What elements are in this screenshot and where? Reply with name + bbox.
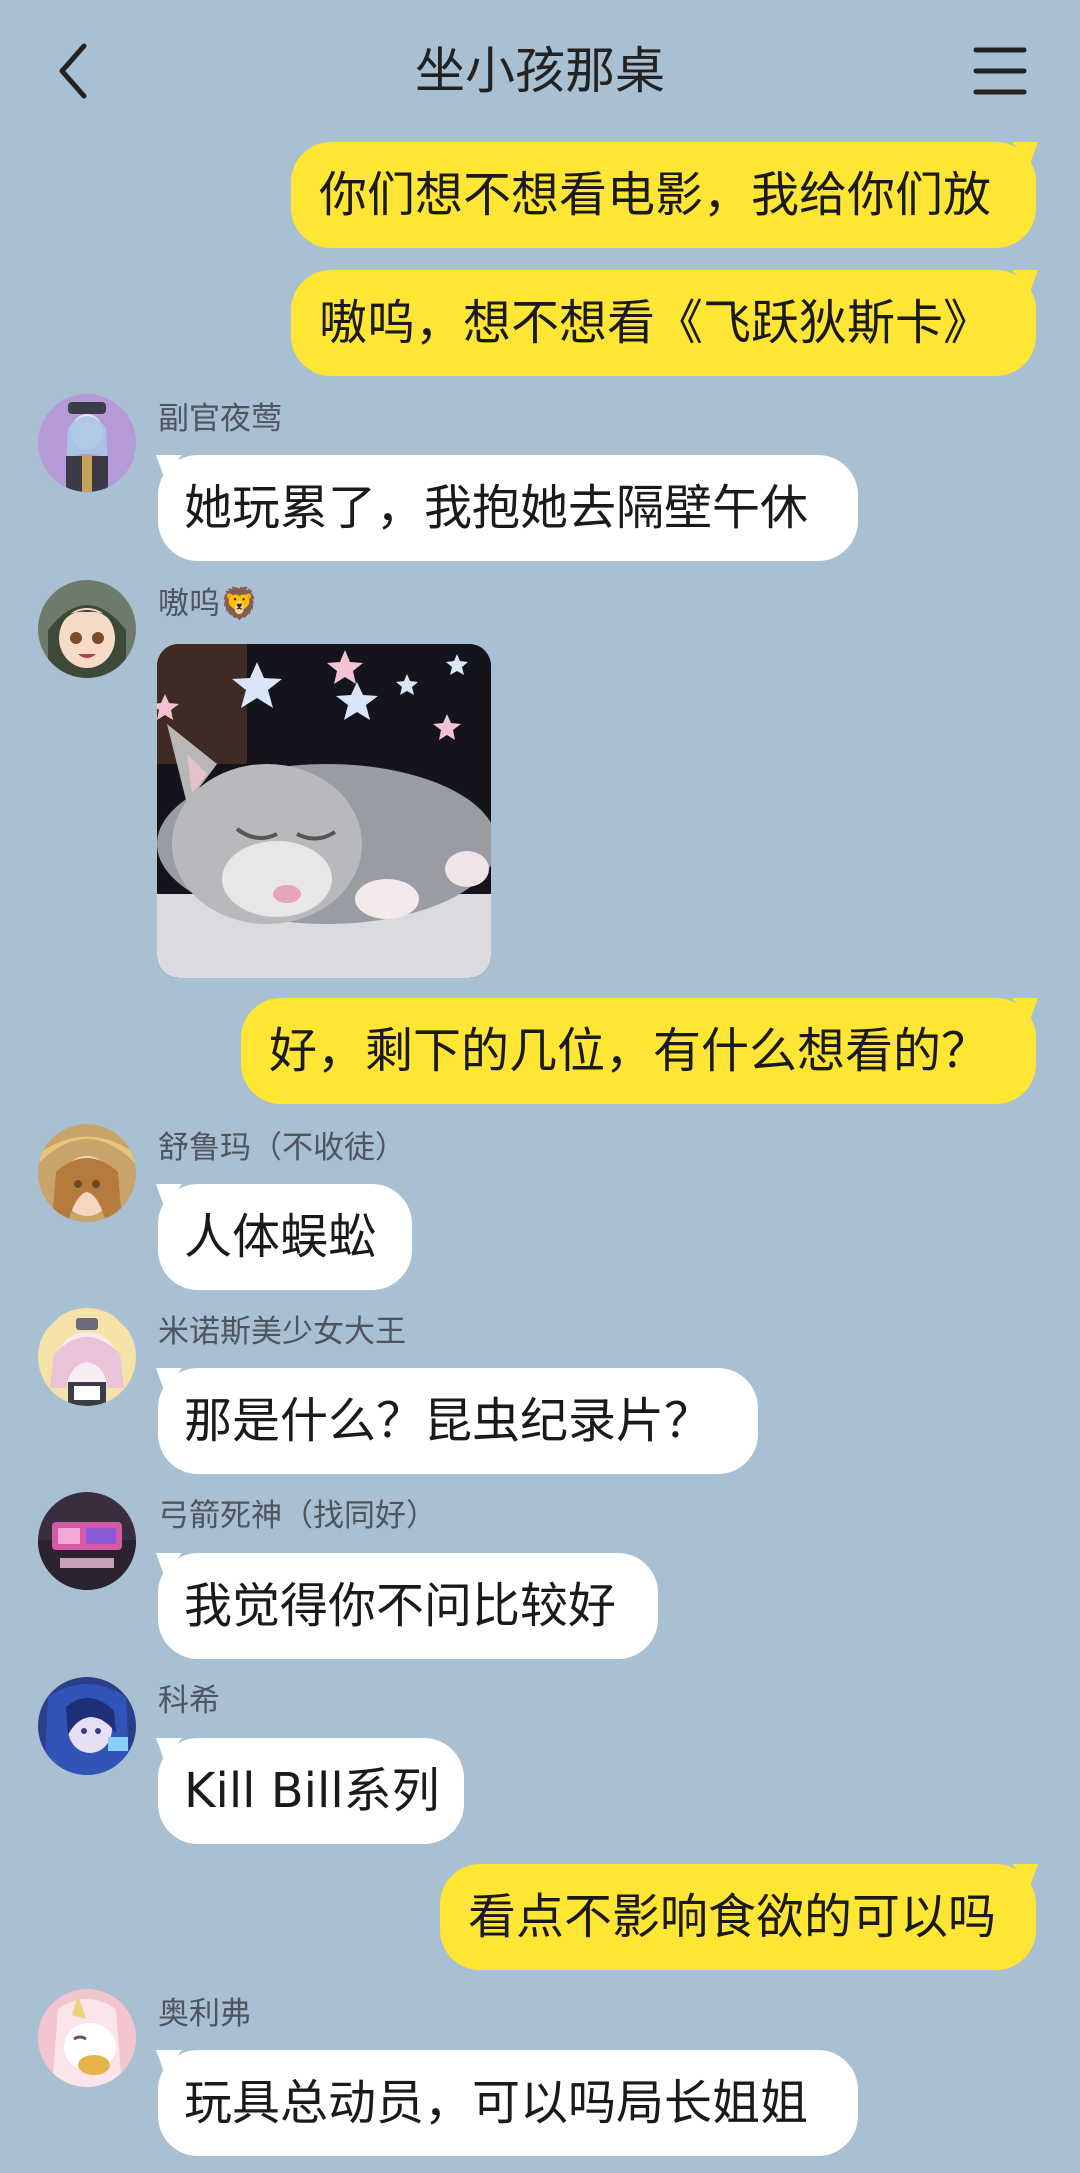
avatar[interactable]	[38, 1989, 136, 2087]
sender-name: 科希	[158, 1683, 220, 1719]
bubble-tail-icon	[1012, 998, 1038, 1020]
avatar[interactable]	[38, 1677, 136, 1775]
sender-name: 副官夜莺	[158, 401, 282, 437]
chat-header: 坐小孩那桌	[0, 0, 1080, 140]
menu-button[interactable]	[970, 44, 1030, 98]
avatar-image	[38, 1989, 136, 2087]
sleeping-kitten-photo[interactable]	[157, 644, 491, 978]
bubble-tail-icon	[156, 1368, 182, 1390]
bubble-tail-icon	[156, 1738, 182, 1760]
message-text: 我觉得你不问比较好	[184, 1578, 617, 1634]
message-text: 好，剩下的几位，有什么想看的？	[269, 1023, 990, 1079]
avatar-image	[38, 1308, 136, 1406]
kitten-image	[157, 644, 491, 978]
chat-title: 坐小孩那桌	[415, 42, 665, 100]
bubble-tail-icon	[1012, 1864, 1038, 1886]
avatar-image	[38, 1124, 136, 1222]
sender-name: 嗷呜🦁	[158, 586, 259, 622]
hamburger-menu-icon	[973, 47, 1027, 95]
chat-screen: 坐小孩那桌 你们想不想看电影，我给你们放 嗷呜，想不想看《飞跃狄斯卡》 副官夜莺	[0, 0, 1080, 2173]
other-message-bubble[interactable]: 她玩累了，我抱她去隔壁午休	[156, 455, 858, 561]
message-text: 那是什么？昆虫纪录片？	[184, 1393, 713, 1449]
avatar-image	[38, 580, 136, 678]
avatar[interactable]	[38, 394, 136, 492]
avatar[interactable]	[38, 580, 136, 678]
sender-name: 弓箭死神（找同好）	[158, 1498, 437, 1534]
bubble-tail-icon	[156, 2050, 182, 2072]
other-message-bubble[interactable]: Kill Bill系列	[156, 1738, 464, 1844]
sender-name: 米诺斯美少女大王	[158, 1314, 406, 1350]
message-text: 嗷呜，想不想看《飞跃狄斯卡》	[319, 295, 992, 351]
message-text: 看点不影响食欲的可以吗	[468, 1889, 997, 1945]
my-message-bubble[interactable]: 看点不影响食欲的可以吗	[440, 1864, 1038, 1970]
message-text: 你们想不想看电影，我给你们放	[319, 167, 992, 223]
avatar-image	[38, 1492, 136, 1590]
my-message-bubble[interactable]: 好，剩下的几位，有什么想看的？	[241, 998, 1038, 1104]
bubble-tail-icon	[1012, 270, 1038, 292]
other-message-bubble[interactable]: 我觉得你不问比较好	[156, 1553, 658, 1659]
avatar[interactable]	[38, 1492, 136, 1590]
message-text: 玩具总动员，可以吗局长姐姐	[184, 2075, 809, 2131]
bubble-tail-icon	[1012, 142, 1038, 164]
avatar-image	[38, 394, 136, 492]
avatar-image	[38, 1677, 136, 1775]
avatar[interactable]	[38, 1308, 136, 1406]
other-message-bubble[interactable]: 人体蜈蚣	[156, 1184, 412, 1290]
sender-name: 奥利弗	[158, 1996, 251, 2032]
bubble-tail-icon	[156, 1553, 182, 1575]
other-message-bubble[interactable]: 那是什么？昆虫纪录片？	[156, 1368, 758, 1474]
message-text: 她玩累了，我抱她去隔壁午休	[184, 480, 809, 536]
other-message-bubble[interactable]: 玩具总动员，可以吗局长姐姐	[156, 2050, 858, 2156]
message-text: 人体蜈蚣	[184, 1209, 377, 1265]
sender-name: 舒鲁玛（不收徒）	[158, 1130, 406, 1166]
my-message-bubble[interactable]: 你们想不想看电影，我给你们放	[291, 142, 1038, 248]
bubble-tail-icon	[156, 1184, 182, 1206]
bubble-tail-icon	[156, 455, 182, 477]
my-message-bubble[interactable]: 嗷呜，想不想看《飞跃狄斯卡》	[291, 270, 1038, 376]
avatar[interactable]	[38, 1124, 136, 1222]
message-text: Kill Bill系列	[184, 1763, 440, 1819]
